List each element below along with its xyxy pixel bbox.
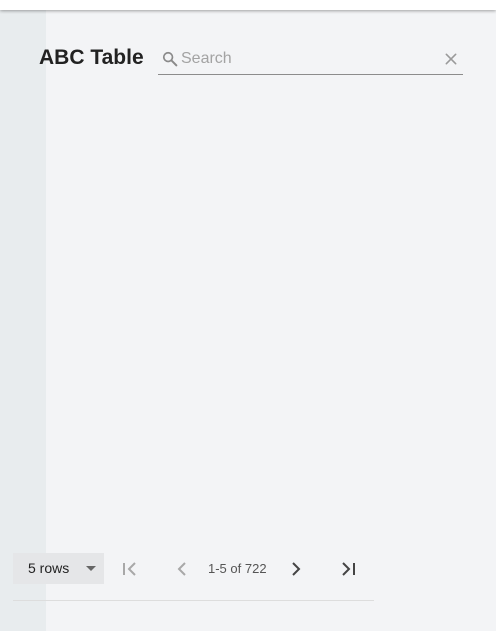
last-page-button[interactable] <box>336 557 360 581</box>
first-page-button[interactable] <box>118 557 142 581</box>
last-page-icon <box>342 562 355 576</box>
close-icon[interactable] <box>443 51 459 67</box>
page-info: 1-5 of 722 <box>208 561 267 576</box>
previous-page-button[interactable] <box>170 557 194 581</box>
search-input[interactable] <box>181 47 431 71</box>
first-page-icon <box>123 562 136 576</box>
rows-per-page-select[interactable]: 5 rows <box>13 553 104 584</box>
top-app-bar <box>0 0 496 10</box>
next-page-button[interactable] <box>284 557 308 581</box>
chevron-right-icon <box>292 562 301 576</box>
pagination-bar: 5 rows 1-5 of 722 <box>13 550 374 601</box>
rows-per-page-label: 5 rows <box>28 560 70 576</box>
search-field <box>158 44 463 75</box>
search-icon <box>162 51 178 67</box>
table-title: ABC Table <box>39 46 144 69</box>
chevron-left-icon <box>177 562 186 576</box>
caret-down-icon <box>86 566 96 571</box>
table-toolbar: ABC Table <box>0 0 496 631</box>
